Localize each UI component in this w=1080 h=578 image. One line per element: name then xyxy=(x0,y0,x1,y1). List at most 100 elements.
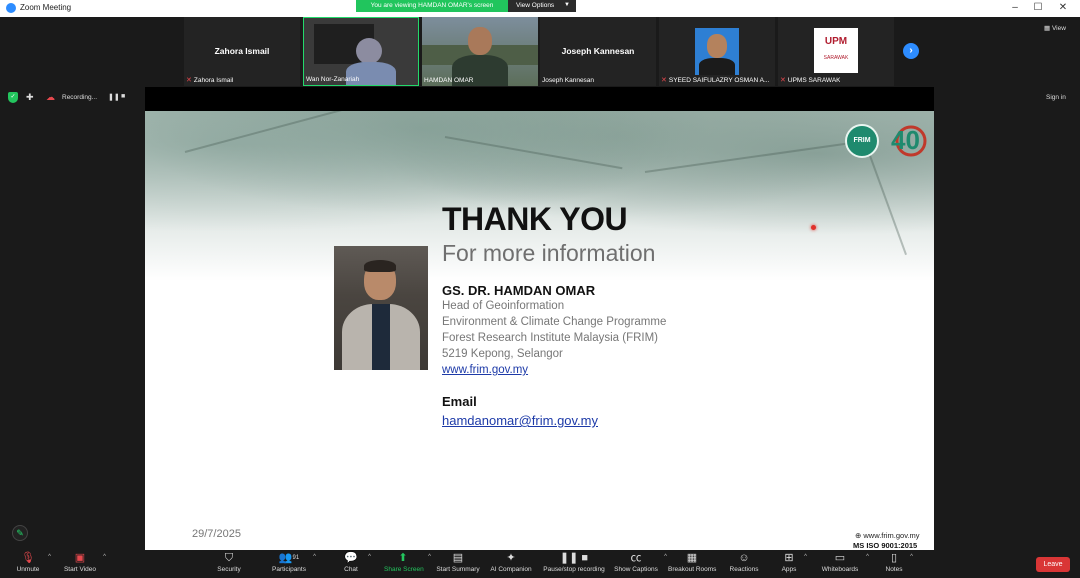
whiteboard-icon: ▭ xyxy=(834,552,846,564)
share-screen-icon: ⬆ xyxy=(398,552,408,564)
footer-iso: MS ISO 9001:2015 xyxy=(853,541,918,550)
chevron-up-icon[interactable]: ^ xyxy=(910,554,913,560)
show-captions-button[interactable]: ㏄ Show Captions ^ xyxy=(614,552,667,573)
pencil-icon: ✎ xyxy=(16,528,24,538)
mic-muted-icon: 🎙 xyxy=(21,552,35,564)
chevron-up-icon[interactable]: ^ xyxy=(103,554,106,560)
participant-name: Zahora Ismail xyxy=(214,46,270,56)
email-link[interactable]: hamdanomar@frim.gov.my xyxy=(442,413,598,428)
participant-label: ✕ SYEED SAIFULAZRY OSMAN A... xyxy=(661,77,770,84)
chevron-up-icon[interactable]: ^ xyxy=(428,554,431,560)
footer-website: ⊕ www.frim.gov.my xyxy=(855,531,920,540)
chevron-up-icon[interactable]: ^ xyxy=(368,554,371,560)
grid-icon: ▦ xyxy=(1044,25,1052,32)
pin-icon[interactable]: ✚ xyxy=(26,92,34,103)
security-button[interactable]: ⛉ Security xyxy=(216,552,242,573)
chevron-up-icon[interactable]: ^ xyxy=(866,554,869,560)
chevron-up-icon[interactable]: ^ xyxy=(804,554,807,560)
cloud-recording-icon: ☁ xyxy=(46,92,55,102)
svg-text:40: 40 xyxy=(891,125,920,155)
pause-stop-recording-button[interactable]: ❚❚ ■ Pause/stop recording xyxy=(542,552,606,573)
leave-button[interactable]: Leave xyxy=(1036,557,1070,572)
presenter-name: GS. DR. HAMDAN OMAR xyxy=(442,283,596,298)
presenter-photo xyxy=(334,246,428,370)
apps-icon: ⊞ xyxy=(784,552,794,564)
participant-tile[interactable]: ✕ SYEED SAIFULAZRY OSMAN A... xyxy=(659,17,775,86)
video-off-icon: ▣ xyxy=(74,552,86,564)
window-title: Zoom Meeting xyxy=(20,3,72,12)
slide-date: 29/7/2025 xyxy=(192,528,241,540)
presenter-address: 5219 Kepong, Selangor xyxy=(442,348,563,360)
slide-heading: THANK YOU xyxy=(442,201,628,237)
apps-button[interactable]: ⊞ Apps ^ xyxy=(780,552,807,573)
shield-icon: ⛉ xyxy=(224,552,234,564)
share-screen-button[interactable]: ⬆ Share Screen ^ xyxy=(384,552,431,573)
gallery-next-button[interactable]: › xyxy=(903,43,919,59)
recording-status: Recording... xyxy=(62,94,98,101)
chevron-right-icon: › xyxy=(909,45,913,56)
upm-logo: UPM SARAWAK xyxy=(814,28,858,73)
chat-button[interactable]: 💬 Chat ^ xyxy=(340,552,371,573)
minimize-icon[interactable]: – xyxy=(1008,2,1022,14)
laser-pointer xyxy=(811,225,816,230)
participants-button[interactable]: 👥91 Participants ^ xyxy=(271,552,316,573)
slide-subheading: For more information xyxy=(442,240,656,266)
chevron-up-icon[interactable]: ^ xyxy=(664,554,667,560)
avatar xyxy=(695,28,739,75)
participant-tile[interactable]: Zahora Ismail ✕ Zahora Ismail xyxy=(184,17,300,86)
participant-label: ✕ Zahora Ismail xyxy=(186,77,234,84)
presentation-slide: FRIM 40 THANK YOU For more information G… xyxy=(145,111,934,550)
maximize-icon[interactable]: ☐ xyxy=(1031,2,1045,14)
view-button[interactable]: ▦ View xyxy=(1044,24,1066,32)
people-icon: 👥91 xyxy=(278,552,300,564)
breakout-rooms-button[interactable]: ▦ Breakout Rooms xyxy=(668,552,716,573)
captions-icon: ㏄ xyxy=(630,552,642,564)
avatar xyxy=(468,27,492,55)
participant-label: ✕ UPMS SARAWAK xyxy=(780,77,841,84)
chevron-down-icon: ▼ xyxy=(564,2,570,8)
presenter-programme: Environment & Climate Change Programme xyxy=(442,316,667,328)
sparkle-icon: ✦ xyxy=(506,552,516,564)
chevron-up-icon[interactable]: ^ xyxy=(313,554,316,560)
avatar xyxy=(356,38,382,64)
participant-tile[interactable]: UPM SARAWAK ✕ UPMS SARAWAK xyxy=(778,17,894,86)
stop-recording-icon[interactable]: ■ xyxy=(121,93,125,100)
participant-label: Wan Nor-Zanariah xyxy=(306,76,360,83)
participant-name: Joseph Kannesan xyxy=(561,46,635,56)
start-video-button[interactable]: ▣ Start Video ^ xyxy=(63,552,106,573)
notes-button[interactable]: ▯ Notes ^ xyxy=(884,552,914,573)
summary-icon: ▤ xyxy=(452,552,464,564)
anniversary-logo: 40 xyxy=(891,125,927,157)
frim-logo: FRIM xyxy=(845,124,879,158)
website-link[interactable]: www.frim.gov.my xyxy=(442,364,528,376)
unmute-button[interactable]: 🎙 Unmute ^ xyxy=(14,552,51,573)
mic-muted-icon: ✕ xyxy=(186,77,192,84)
reactions-icon: ☺ xyxy=(738,552,750,564)
presenter-title: Head of Geoinformation xyxy=(442,300,565,312)
participant-gallery: Zahora Ismail ✕ Zahora Ismail Wan Nor-Zan… xyxy=(184,17,898,86)
view-options-label: View Options xyxy=(516,2,555,9)
annotate-pencil-button[interactable]: ✎ xyxy=(12,525,28,541)
view-options-button[interactable]: View Options ▼ xyxy=(508,0,576,12)
participant-tile[interactable]: Wan Nor-Zanariah xyxy=(303,17,419,86)
participants-count: 91 xyxy=(292,555,300,561)
viewing-banner: You are viewing HAMDAN OMAR's screen xyxy=(356,0,508,12)
pause-recording-icon[interactable]: ❚❚ xyxy=(108,93,120,101)
reactions-button[interactable]: ☺ Reactions xyxy=(729,552,759,573)
start-summary-button[interactable]: ▤ Start Summary xyxy=(436,552,480,573)
zoom-logo-icon xyxy=(6,3,16,13)
ai-companion-button[interactable]: ✦ AI Companion xyxy=(489,552,533,573)
whiteboards-button[interactable]: ▭ Whiteboards ^ xyxy=(820,552,869,573)
shield-icon[interactable]: ✓ xyxy=(8,92,18,103)
chevron-up-icon[interactable]: ^ xyxy=(48,554,51,560)
notes-icon: ▯ xyxy=(890,552,898,564)
email-heading: Email xyxy=(442,394,477,409)
close-icon[interactable]: ✕ xyxy=(1056,2,1070,14)
mic-muted-icon: ✕ xyxy=(780,77,786,84)
pause-stop-icon: ❚❚ ■ xyxy=(559,552,589,564)
participant-label: HAMDAN OMAR xyxy=(424,77,474,84)
participant-tile[interactable]: Joseph Kannesan Joseph Kannesan xyxy=(540,17,656,86)
sign-in-link[interactable]: Sign in xyxy=(1046,94,1066,101)
participant-tile[interactable]: HAMDAN OMAR xyxy=(422,17,538,86)
meeting-toolbar xyxy=(0,550,1080,578)
